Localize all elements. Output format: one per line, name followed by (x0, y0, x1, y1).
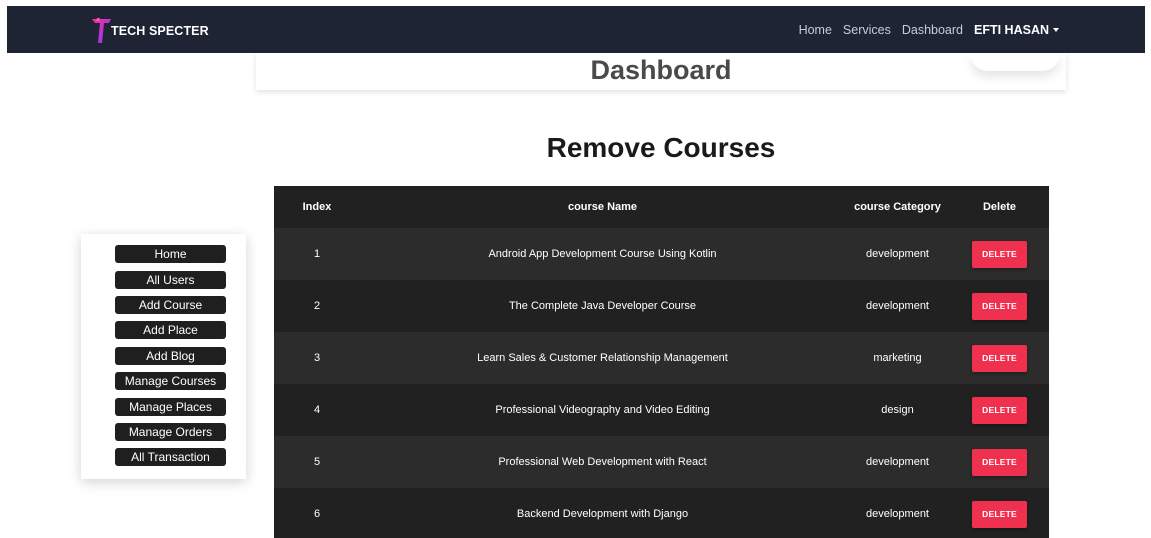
row-delete-cell: DELETE (950, 240, 1049, 268)
caret-down-icon (1053, 27, 1059, 32)
row-course-name: The Complete Java Developer Course (508, 300, 697, 312)
row-index: 1 (313, 248, 321, 260)
tech-specter-logo-icon (92, 18, 111, 43)
row-course-name: Learn Sales & Customer Relationship Mana… (477, 352, 728, 364)
row-index: 4 (313, 404, 321, 416)
header-delete: Delete (982, 201, 1017, 213)
row-course-category: development (866, 248, 929, 260)
row-course-category: development (866, 300, 929, 312)
row-delete-cell: DELETE (950, 500, 1049, 528)
table-header: Index course Name course Category Delete (274, 186, 1049, 228)
row-course-category: development (866, 508, 929, 520)
sidebar-item-add-course[interactable]: Add Course (115, 296, 226, 314)
brand-name: TECH SPECTER (111, 24, 209, 38)
delete-button[interactable]: DELETE (972, 344, 1027, 372)
sidebar-item-manage-places[interactable]: Manage Places (115, 398, 226, 416)
header-index: Index (302, 201, 332, 213)
user-name: EFTI HASAN (974, 22, 1049, 37)
nav-home-link[interactable]: Home (799, 23, 832, 37)
row-delete-cell: DELETE (950, 448, 1049, 476)
table-row: 3 Learn Sales & Customer Relationship Ma… (274, 332, 1049, 384)
table-row: 5 Professional Web Development with Reac… (274, 436, 1049, 488)
row-delete-cell: DELETE (950, 292, 1049, 320)
header-course-category: course Category (854, 201, 941, 213)
row-index: 2 (313, 300, 321, 312)
row-delete-cell: DELETE (950, 344, 1049, 372)
table-row: 4 Professional Videography and Video Edi… (274, 384, 1049, 436)
header-course-name: course Name (567, 201, 638, 213)
sidebar-item-add-blog[interactable]: Add Blog (115, 347, 226, 365)
delete-button[interactable]: DELETE (972, 500, 1027, 528)
row-index: 3 (313, 352, 321, 364)
row-course-name: Professional Web Development with React (498, 456, 707, 468)
row-index: 6 (313, 508, 321, 520)
row-course-category: marketing (873, 352, 922, 364)
brand[interactable]: TECH SPECTER (91, 16, 209, 44)
courses-table: Index course Name course Category Delete… (274, 186, 1049, 538)
row-course-name: Android App Development Course Using Kot… (488, 248, 717, 260)
delete-button[interactable]: DELETE (972, 292, 1027, 320)
top-navbar: TECH SPECTER Home Services Dashboard EFT… (7, 6, 1145, 53)
page-title: Dashboard (590, 55, 732, 85)
dashboard-header-card: Dashboard (256, 53, 1066, 90)
row-course-name: Professional Videography and Video Editi… (495, 404, 710, 416)
nav-services-link[interactable]: Services (843, 23, 891, 37)
table-row: 2 The Complete Java Developer Course dev… (274, 280, 1049, 332)
nav-dashboard-link[interactable]: Dashboard (902, 23, 963, 37)
delete-button[interactable]: DELETE (972, 448, 1027, 476)
sidebar-item-home[interactable]: Home (115, 245, 226, 263)
delete-button[interactable]: DELETE (972, 396, 1027, 424)
sidebar-item-add-place[interactable]: Add Place (115, 321, 226, 339)
sidebar-menu: Home All Users Add Course Add Place Add … (81, 234, 246, 479)
delete-button[interactable]: DELETE (972, 240, 1027, 268)
row-course-category: design (881, 404, 914, 416)
row-course-category: development (866, 456, 929, 468)
sidebar-item-all-users[interactable]: All Users (115, 271, 226, 289)
sidebar-item-manage-courses[interactable]: Manage Courses (115, 372, 226, 390)
table-row: 1 Android App Development Course Using K… (274, 228, 1049, 280)
row-delete-cell: DELETE (950, 396, 1049, 424)
section-title: Remove Courses (546, 132, 776, 163)
row-index: 5 (313, 456, 321, 468)
user-menu-dropdown[interactable]: EFTI HASAN (974, 23, 1059, 37)
row-course-name: Backend Development with Django (516, 508, 689, 520)
sidebar-item-manage-orders[interactable]: Manage Orders (115, 423, 226, 441)
table-row: 6 Backend Development with Django develo… (274, 488, 1049, 538)
nav-links: Home Services Dashboard EFTI HASAN (788, 6, 1059, 53)
sidebar-item-all-transaction[interactable]: All Transaction (115, 448, 226, 466)
